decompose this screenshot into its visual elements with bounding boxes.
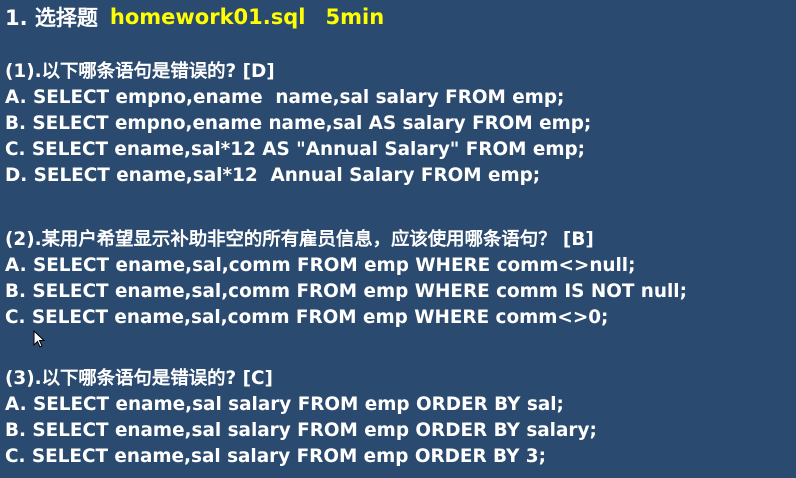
question-3-option-a: A. SELECT ename,sal salary FROM emp ORDE… xyxy=(5,394,564,415)
question-2-option-b: B. SELECT ename,sal,comm FROM emp WHERE … xyxy=(5,281,687,302)
question-3-title: (3).以下哪条语句是错误的? [C] xyxy=(5,368,273,389)
slide: 1. 选择题 homework01.sql 5min (1).以下哪条语句是错误… xyxy=(0,0,796,478)
time-limit: 5min xyxy=(325,5,385,29)
section-number: 1. 选择题 xyxy=(5,6,98,30)
question-3-option-c: C. SELECT ename,sal salary FROM emp ORDE… xyxy=(5,446,546,467)
question-1-title: (1).以下哪条语句是错误的? [D] xyxy=(5,61,275,82)
slide-title: 1. 选择题 homework01.sql 5min xyxy=(5,2,384,32)
question-2-title: (2).某用户希望显示补助非空的所有雇员信息，应该使用哪条语句？ [B] xyxy=(5,229,594,250)
question-1-option-d: D. SELECT ename,sal*12 Annual Salary FRO… xyxy=(5,165,541,186)
file-name: homework01.sql xyxy=(109,5,306,29)
question-1-option-b: B. SELECT empno,ename name,sal AS salary… xyxy=(5,113,592,134)
mouse-pointer-icon xyxy=(33,330,45,348)
question-1-option-c: C. SELECT ename,sal*12 AS "Annual Salary… xyxy=(5,139,586,160)
question-3-option-b: B. SELECT ename,sal salary FROM emp ORDE… xyxy=(5,420,597,441)
question-1-option-a: A. SELECT empno,ename name,sal salary FR… xyxy=(5,87,565,108)
question-2-option-a: A. SELECT ename,sal,comm FROM emp WHERE … xyxy=(5,255,636,276)
question-2-option-c: C. SELECT ename,sal,comm FROM emp WHERE … xyxy=(5,307,609,328)
